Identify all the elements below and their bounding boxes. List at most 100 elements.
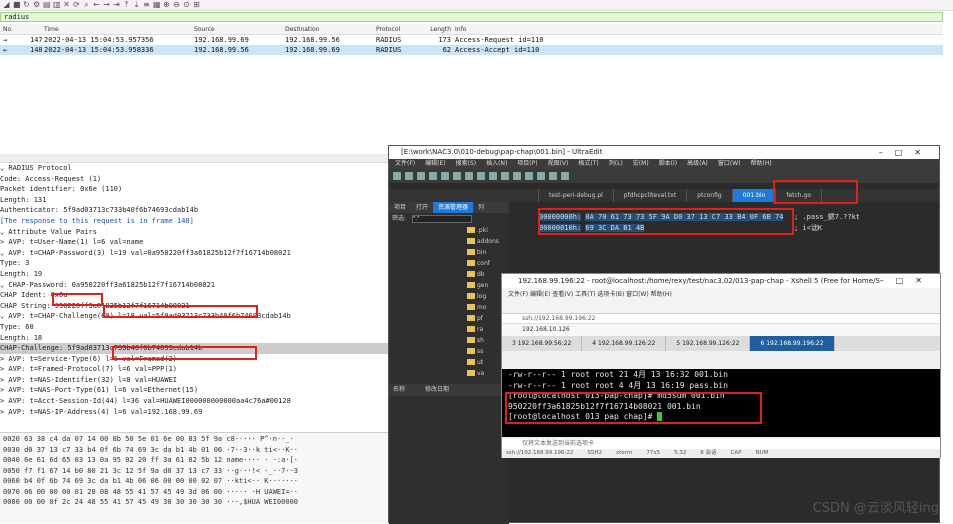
folder-item[interactable]: ra bbox=[389, 324, 509, 335]
tab-project[interactable]: 项目 bbox=[389, 202, 411, 213]
compose-bar[interactable]: 仅将文本发送到当前选项卡 bbox=[502, 439, 940, 449]
session-tab-active[interactable]: 6 192.168.99.196:22 bbox=[750, 336, 835, 351]
zoom-out-icon[interactable]: ⊖ bbox=[173, 0, 180, 10]
display-filter-input[interactable]: radius bbox=[0, 12, 943, 22]
tree-item[interactable]: Code: Access-Request (1) bbox=[0, 174, 388, 185]
menu-advanced[interactable]: 高级(A) bbox=[687, 159, 708, 169]
menu-help[interactable]: 帮助(H) bbox=[751, 159, 772, 169]
colorize-icon[interactable]: ▦ bbox=[153, 0, 161, 10]
tab-file[interactable]: pfdhcpcliteval.txt bbox=[614, 189, 688, 202]
wrap-icon[interactable] bbox=[537, 172, 545, 180]
packet-row[interactable]: ← 148 2022-04-13 15:04:53.958336 192.168… bbox=[0, 45, 943, 55]
window-controls-icon[interactable]: –□✕ bbox=[879, 274, 934, 288]
tab-list[interactable]: 列 bbox=[473, 202, 489, 213]
tree-item[interactable]: Packet identifier: 0x6e (110) bbox=[0, 184, 388, 195]
hex-mode-icon[interactable] bbox=[525, 172, 533, 180]
goto-icon[interactable]: ⇥ bbox=[113, 0, 120, 10]
cut-icon[interactable] bbox=[441, 172, 449, 180]
tree-item[interactable]: Type: 60 bbox=[0, 322, 388, 333]
redo-icon[interactable] bbox=[489, 172, 497, 180]
tree-item[interactable]: ⌄ RADIUS Protocol bbox=[0, 163, 388, 174]
filter-input[interactable] bbox=[411, 215, 472, 223]
address-bar[interactable]: ssh://192.168.99.196:22 bbox=[502, 314, 940, 324]
menu-search[interactable]: 搜索(S) bbox=[456, 159, 477, 169]
folder-item[interactable]: sh bbox=[389, 335, 509, 346]
folder-item[interactable]: va bbox=[389, 368, 509, 379]
menu-script[interactable]: 脚本(I) bbox=[659, 159, 677, 169]
menu-file[interactable]: 文件(F) bbox=[395, 159, 415, 169]
folder-item[interactable]: addons bbox=[389, 236, 509, 247]
col-length[interactable]: Length bbox=[411, 24, 451, 34]
tree-item[interactable]: Length: 131 bbox=[0, 195, 388, 206]
col-source[interactable]: Source bbox=[194, 24, 285, 34]
save-icon[interactable]: ▥ bbox=[53, 0, 61, 10]
tab-open[interactable]: 打开 bbox=[411, 202, 433, 213]
reload-icon[interactable]: ⟳ bbox=[73, 0, 80, 10]
menu-insert[interactable]: 插入(N) bbox=[486, 159, 507, 169]
back-icon[interactable]: ← bbox=[93, 0, 100, 10]
tab-file-active[interactable]: 001.bin bbox=[732, 189, 777, 202]
folder-item[interactable]: db bbox=[389, 269, 509, 280]
session-link[interactable]: 192.168.10.126 bbox=[522, 326, 570, 333]
open-icon[interactable] bbox=[405, 172, 413, 180]
folder-item[interactable]: ut bbox=[389, 357, 509, 368]
save-icon[interactable] bbox=[417, 172, 425, 180]
folder-item[interactable]: mo bbox=[389, 302, 509, 313]
tree-item[interactable]: Length: 19 bbox=[0, 269, 388, 280]
first-icon[interactable]: ⤒ bbox=[123, 0, 130, 10]
tree-item[interactable]: > AVP: t=NAS-IP-Address(4) l=6 val=192.1… bbox=[0, 407, 388, 418]
find-icon[interactable] bbox=[501, 172, 509, 180]
menu-view[interactable]: 视图(V) bbox=[548, 159, 569, 169]
folder-item[interactable]: gen bbox=[389, 280, 509, 291]
col-info[interactable]: Info bbox=[451, 24, 943, 34]
shark-fin-icon[interactable]: ◢ bbox=[3, 0, 10, 10]
tree-item[interactable]: ⌄ CHAP-Password: 0a950220ff3a61825b12f7f… bbox=[0, 280, 388, 291]
folder-item[interactable]: log bbox=[389, 291, 509, 302]
tab-file[interactable]: test-peri-debug.pl bbox=[539, 189, 614, 202]
folder-item[interactable]: .pki bbox=[389, 225, 509, 236]
session-tab[interactable]: 5 192.168.99.126:22 bbox=[666, 336, 751, 351]
col-modified[interactable]: 修改日期 bbox=[425, 386, 449, 393]
forward-icon[interactable]: → bbox=[103, 0, 110, 10]
last-icon[interactable]: ⤓ bbox=[133, 0, 140, 10]
col-destination[interactable]: Destination bbox=[285, 24, 376, 34]
col-protocol[interactable]: Protocol bbox=[376, 24, 411, 34]
restart-icon[interactable]: ↻ bbox=[23, 0, 30, 10]
resize-columns-icon[interactable]: ⊞ bbox=[193, 0, 200, 10]
tree-item[interactable]: > AVP: t=NAS-Identifier(32) l=8 val=HUAW… bbox=[0, 375, 388, 386]
folder-item[interactable]: bin bbox=[389, 247, 509, 258]
menu-project[interactable]: 项目(P) bbox=[517, 159, 537, 169]
session-tab[interactable]: 3 192.168.99.56:22 bbox=[502, 336, 583, 351]
find-icon[interactable]: ⌕ bbox=[83, 0, 90, 10]
print-icon[interactable] bbox=[429, 172, 437, 180]
tree-item[interactable]: Type: 3 bbox=[0, 258, 388, 269]
details-pane-divider[interactable] bbox=[0, 154, 388, 163]
tree-item[interactable]: > AVP: t=NAS-Port-Type(61) l=6 val=Ether… bbox=[0, 385, 388, 396]
tab-file[interactable]: ptconfig bbox=[687, 189, 733, 202]
folder-item[interactable]: conf bbox=[389, 258, 509, 269]
new-file-icon[interactable] bbox=[393, 172, 401, 180]
menu-edit[interactable]: 编辑(E) bbox=[425, 159, 445, 169]
tree-item[interactable]: ⌄ AVP: t=CHAP-Password(3) l=19 val=0a950… bbox=[0, 248, 388, 259]
autoscroll-icon[interactable]: ≡ bbox=[143, 0, 150, 10]
folder-item[interactable]: ss bbox=[389, 346, 509, 357]
stop-icon[interactable]: ■ bbox=[13, 0, 21, 10]
replace-icon[interactable] bbox=[513, 172, 521, 180]
tree-item[interactable]: Length: 18 bbox=[0, 333, 388, 344]
col-time[interactable]: Time bbox=[40, 24, 194, 34]
tree-item[interactable]: > AVP: t=User-Name(1) l=6 val=name bbox=[0, 237, 388, 248]
menu-format[interactable]: 格式(T) bbox=[578, 159, 598, 169]
menu-macro[interactable]: 宏(M) bbox=[633, 159, 649, 169]
undo-icon[interactable] bbox=[477, 172, 485, 180]
open-file-icon[interactable]: ▤ bbox=[43, 0, 51, 10]
options-icon[interactable]: ⚙ bbox=[33, 0, 40, 10]
copy-icon[interactable] bbox=[453, 172, 461, 180]
help-icon[interactable] bbox=[561, 172, 569, 180]
zoom-reset-icon[interactable]: ⊙ bbox=[183, 0, 190, 10]
tree-item[interactable]: ⌄ Attribute Value Pairs bbox=[0, 227, 388, 238]
tree-item[interactable]: > AVP: t=Framed-Protocol(7) l=6 val=PPP(… bbox=[0, 364, 388, 375]
zoom-in-icon[interactable]: ⊕ bbox=[163, 0, 170, 10]
window-controls-icon[interactable]: –□✕ bbox=[879, 146, 933, 159]
settings-icon[interactable] bbox=[549, 172, 557, 180]
folder-item[interactable]: pf bbox=[389, 313, 509, 324]
